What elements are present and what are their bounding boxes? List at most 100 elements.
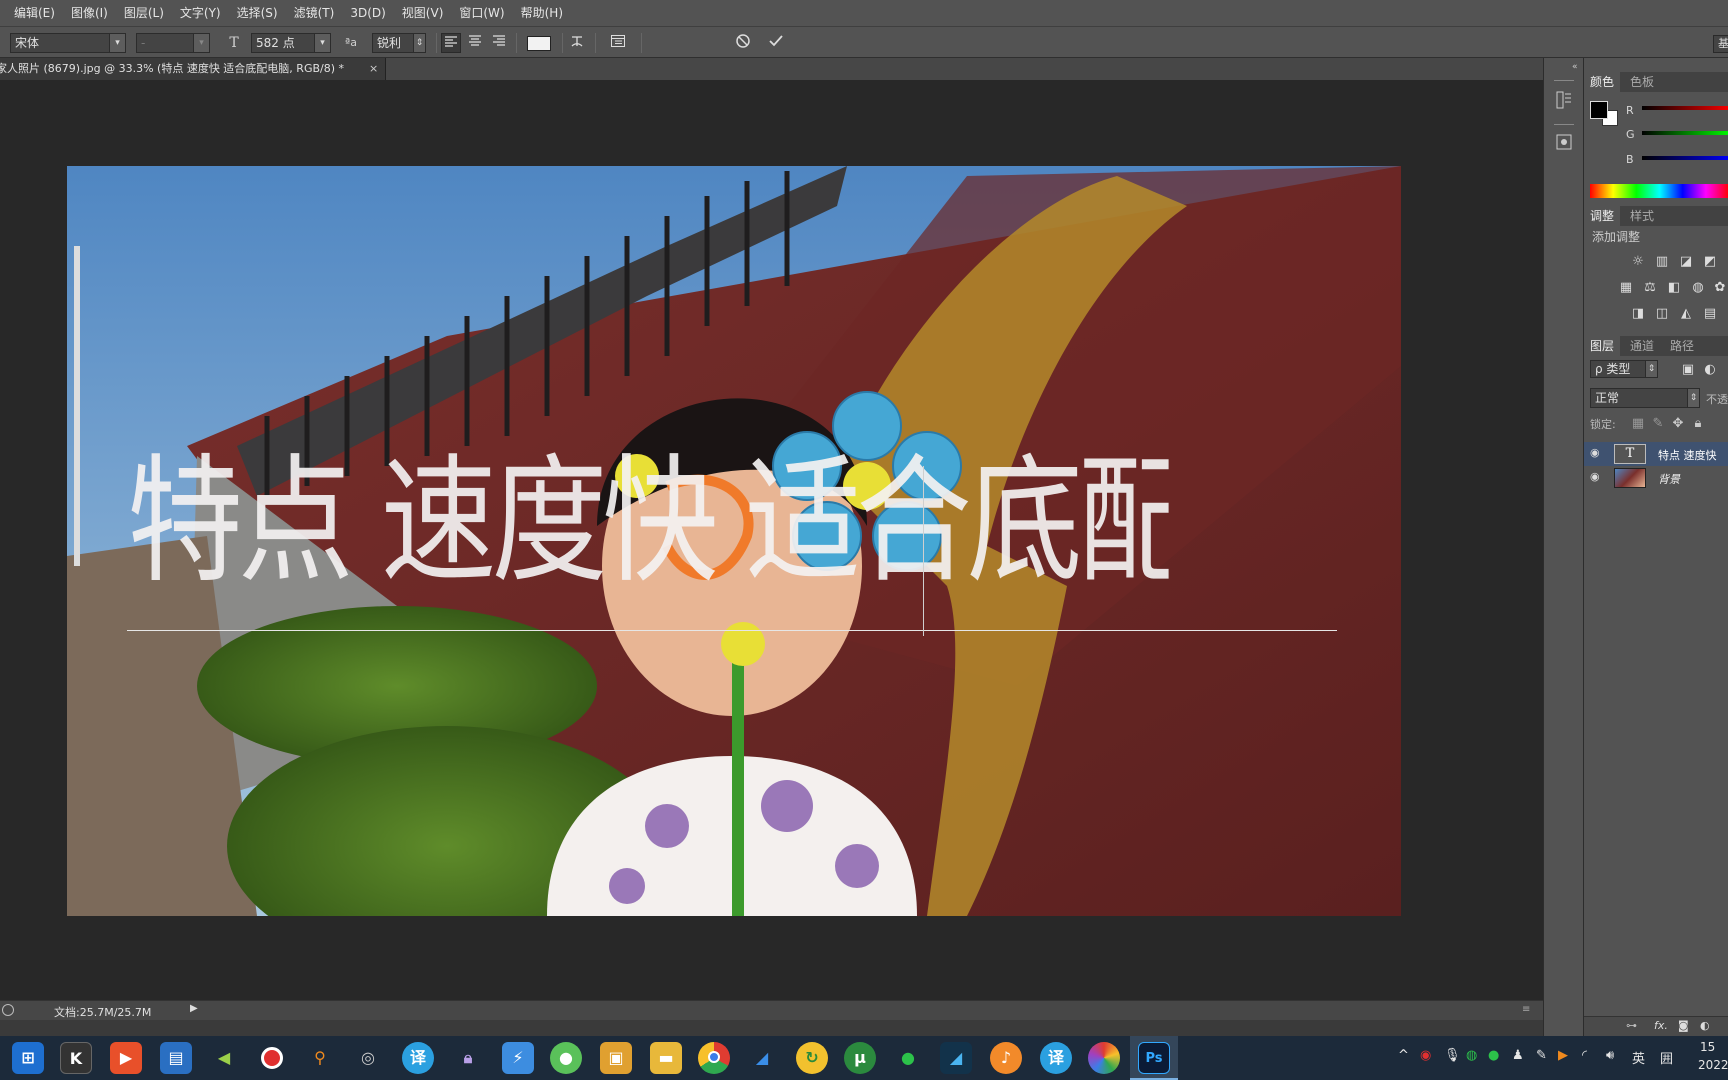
brightness-icon[interactable]: ☼ bbox=[1630, 254, 1646, 270]
properties-icon[interactable] bbox=[1555, 132, 1573, 152]
slider-g[interactable] bbox=[1642, 131, 1728, 135]
lock-all-icon[interactable]: 🔒︎ bbox=[1690, 416, 1706, 432]
menu-3d[interactable]: 3D(D) bbox=[342, 0, 393, 26]
tray-office-icon[interactable]: ▶ bbox=[1558, 1048, 1568, 1063]
warp-text-icon[interactable] bbox=[567, 33, 587, 53]
tray-wechat-icon[interactable]: ● bbox=[1488, 1048, 1499, 1063]
send-icon[interactable]: ◀ bbox=[208, 1042, 240, 1074]
eye-icon[interactable]: ◉ bbox=[1590, 470, 1600, 483]
posterize-icon[interactable]: ◫ bbox=[1654, 306, 1670, 322]
input-language[interactable]: 英 bbox=[1632, 1048, 1645, 1067]
menu-layer[interactable]: 图层(L) bbox=[116, 0, 172, 26]
sync-icon[interactable]: ↻ bbox=[796, 1042, 828, 1074]
layer-row-text[interactable]: ◉ T 特点 速度快 bbox=[1584, 442, 1728, 466]
photo-filter-icon[interactable]: ◍ bbox=[1690, 280, 1706, 296]
printer-icon[interactable]: ▤ bbox=[160, 1042, 192, 1074]
text-layer-overlay[interactable]: 特点 速度快 适合底配电脑 bbox=[127, 442, 1169, 602]
vibrance-icon[interactable]: ▦ bbox=[1618, 280, 1634, 296]
filter-image-icon[interactable]: ▣ bbox=[1680, 362, 1696, 378]
align-center-icon[interactable] bbox=[465, 33, 485, 53]
app-k-icon[interactable]: K bbox=[60, 1042, 92, 1074]
office-icon[interactable]: ▶ bbox=[110, 1042, 142, 1074]
translate2-icon[interactable]: 译 bbox=[1040, 1042, 1072, 1074]
history-icon[interactable] bbox=[1555, 90, 1573, 110]
tray-sync-icon[interactable]: ◍ bbox=[1466, 1048, 1477, 1063]
ime-mode-icon[interactable]: 囲 bbox=[1660, 1048, 1673, 1067]
tray-qq-icon[interactable]: ♟ bbox=[1512, 1048, 1524, 1063]
picasa-icon[interactable] bbox=[1088, 1042, 1120, 1074]
invert-icon[interactable]: ◨ bbox=[1630, 306, 1646, 322]
layer-filter-select[interactable]: ρ 类型 ⇕ bbox=[1590, 360, 1658, 378]
obs-icon[interactable]: ◎ bbox=[352, 1042, 384, 1074]
box-icon[interactable]: ▣ bbox=[600, 1042, 632, 1074]
menu-select[interactable]: 选择(S) bbox=[229, 0, 286, 26]
align-left-icon[interactable] bbox=[441, 33, 461, 53]
workspace-button[interactable]: 基 bbox=[1713, 35, 1728, 53]
menu-type[interactable]: 文字(Y) bbox=[172, 0, 229, 26]
threshold-icon[interactable]: ◭ bbox=[1678, 306, 1694, 322]
antialias-select[interactable]: 锐利 ⇕ bbox=[372, 33, 426, 53]
lark-icon[interactable]: ◢ bbox=[746, 1042, 778, 1074]
search-icon[interactable]: ⚲ bbox=[304, 1042, 336, 1074]
close-icon[interactable]: × bbox=[369, 58, 378, 80]
tab-layers[interactable]: 图层 bbox=[1584, 336, 1621, 356]
menu-view[interactable]: 视图(V) bbox=[394, 0, 452, 26]
align-right-icon[interactable] bbox=[489, 33, 509, 53]
font-size-select[interactable]: 582 点 ▾ bbox=[251, 33, 331, 53]
translate-icon[interactable]: 译 bbox=[402, 1042, 434, 1074]
lock-move-icon[interactable]: ✥ bbox=[1670, 416, 1686, 432]
wifi-icon[interactable]: ◜ bbox=[1582, 1048, 1587, 1063]
mask-icon[interactable]: ◙ bbox=[1678, 1019, 1689, 1032]
vpn-icon[interactable]: 🔒︎ bbox=[452, 1042, 484, 1074]
chrome-icon[interactable] bbox=[698, 1042, 730, 1074]
font-style-select[interactable]: - ▾ bbox=[136, 33, 210, 53]
tab-paths[interactable]: 路径 bbox=[1664, 336, 1700, 356]
horizontal-scrollbar[interactable] bbox=[0, 1020, 1543, 1036]
tab-adjustments[interactable]: 调整 bbox=[1584, 206, 1621, 226]
eye-icon[interactable]: ◉ bbox=[1590, 446, 1600, 459]
status-menu-icon[interactable] bbox=[2, 1004, 14, 1016]
menu-filter[interactable]: 滤镜(T) bbox=[286, 0, 343, 26]
photoshop-icon[interactable]: Ps bbox=[1138, 1042, 1170, 1074]
lock-brush-icon[interactable]: ✎ bbox=[1650, 416, 1666, 432]
gradient-map-icon[interactable]: ▤ bbox=[1702, 306, 1718, 322]
panel-menu-icon[interactable]: ≡ bbox=[1522, 1004, 1530, 1015]
commit-check-icon[interactable] bbox=[766, 33, 786, 53]
record-icon[interactable] bbox=[256, 1042, 288, 1074]
lock-transparent-icon[interactable]: ▦ bbox=[1630, 416, 1646, 432]
cancel-icon[interactable] bbox=[733, 33, 753, 53]
curves-icon[interactable]: ◪ bbox=[1678, 254, 1694, 270]
layer-row-background[interactable]: ◉ 背景 bbox=[1584, 466, 1728, 490]
menu-image[interactable]: 图像(I) bbox=[63, 0, 116, 26]
slider-b[interactable] bbox=[1642, 156, 1728, 160]
menu-help[interactable]: 帮助(H) bbox=[513, 0, 571, 26]
lightning-icon[interactable]: ⚡ bbox=[502, 1042, 534, 1074]
volume-icon[interactable]: 🔊︎ bbox=[1606, 1048, 1614, 1063]
filter-adjust-icon[interactable]: ◐ bbox=[1702, 362, 1718, 378]
slider-r[interactable] bbox=[1642, 106, 1728, 110]
tab-swatches[interactable]: 色板 bbox=[1624, 72, 1660, 92]
menu-window[interactable]: 窗口(W) bbox=[451, 0, 512, 26]
speaker-icon[interactable]: ♪ bbox=[990, 1042, 1022, 1074]
tray-expand-icon[interactable]: ^ bbox=[1398, 1048, 1409, 1063]
font-family-select[interactable]: 宋体 ▾ bbox=[10, 33, 126, 53]
clock-date[interactable]: 2022 bbox=[1698, 1058, 1728, 1072]
document-tab[interactable]: 家人照片 (8679).jpg @ 33.3% (特点 速度快 适合底配电脑, … bbox=[0, 58, 386, 80]
black-white-icon[interactable]: ◧ bbox=[1666, 280, 1682, 296]
start-icon[interactable]: ⊞ bbox=[12, 1042, 44, 1074]
tab-styles[interactable]: 样式 bbox=[1624, 206, 1660, 226]
menu-edit[interactable]: 编辑(E) bbox=[6, 0, 63, 26]
blend-mode-select[interactable]: 正常 ⇕ bbox=[1590, 388, 1700, 408]
tray-mic-icon[interactable]: 🎙︎ bbox=[1444, 1048, 1461, 1063]
utorrent-icon[interactable]: μ bbox=[844, 1042, 876, 1074]
exposure-icon[interactable]: ◩ bbox=[1702, 254, 1718, 270]
tab-channels[interactable]: 通道 bbox=[1624, 336, 1660, 356]
document-canvas[interactable]: 特点 速度快 适合底配电脑 bbox=[67, 166, 1401, 916]
adjustment-layer-icon[interactable]: ◐ bbox=[1700, 1019, 1710, 1032]
text-color-swatch[interactable] bbox=[527, 36, 551, 51]
fx-icon[interactable]: fx. bbox=[1654, 1019, 1668, 1032]
foreground-color-swatch[interactable] bbox=[1590, 101, 1608, 119]
tab-color[interactable]: 颜色 bbox=[1584, 72, 1621, 92]
tray-pen-icon[interactable]: ✎ bbox=[1536, 1048, 1547, 1063]
color-spectrum-bar[interactable] bbox=[1590, 184, 1728, 198]
